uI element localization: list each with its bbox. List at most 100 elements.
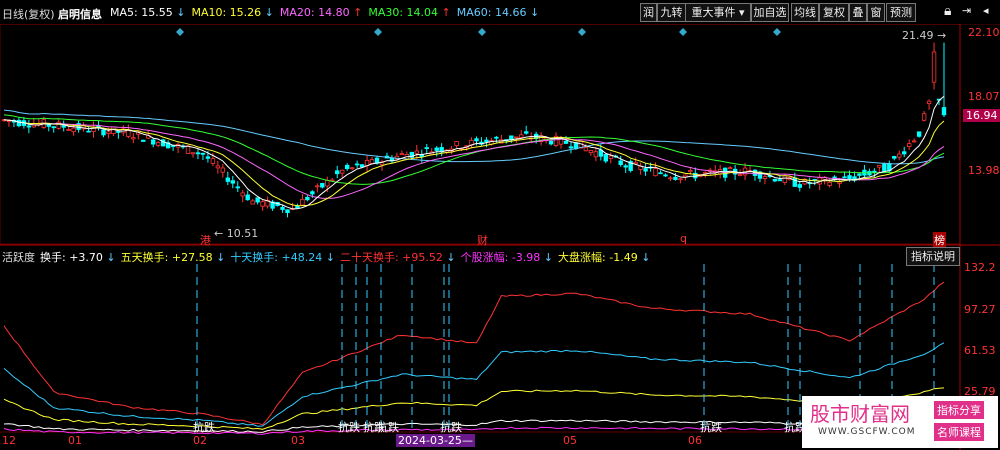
high-price-label: 21.49 → <box>902 29 947 42</box>
candle-body <box>131 137 136 140</box>
indicator-legend-item: 十天换手: +48.24 ↓ <box>230 251 335 264</box>
event-marker[interactable]: q <box>680 232 687 245</box>
ma-value: 15.26 <box>226 6 262 19</box>
candle-body <box>205 156 211 159</box>
event-marker[interactable]: 港 <box>200 232 211 248</box>
arrow-down-icon: ↓ <box>212 251 226 264</box>
ma-label: MA30: <box>368 6 404 19</box>
candle-body <box>280 206 285 210</box>
candle-body <box>593 151 599 158</box>
indicator-legend-item: 大盘涨幅: -1.49 ↓ <box>558 251 650 264</box>
toolbar-button[interactable]: 润 <box>640 3 657 22</box>
signal-label: 抗跌 <box>440 421 462 434</box>
candle-body <box>225 177 231 182</box>
candle-body <box>424 147 429 150</box>
candle-body <box>151 139 156 145</box>
candle-body <box>155 142 161 146</box>
event-diamond-icon <box>679 28 687 36</box>
step-icon[interactable]: ⇥ <box>962 4 971 17</box>
candle-body <box>653 168 658 177</box>
watermark-tag: 指标分享 <box>934 401 984 419</box>
candle-body <box>892 156 897 159</box>
collapse-icon[interactable]: ◂ <box>983 4 989 17</box>
toolbar-button[interactable]: 复权 <box>819 3 849 22</box>
event-marker[interactable]: 财 <box>477 232 488 248</box>
candle-body <box>46 123 51 127</box>
indicator-tick: 132.2 <box>964 261 996 274</box>
indicator-tick: 97.27 <box>964 303 996 316</box>
candle-body <box>588 150 594 153</box>
date-label: 05 <box>563 434 577 447</box>
candle-body <box>673 176 678 180</box>
date-label: 02 <box>193 434 207 447</box>
candle-body <box>16 119 22 127</box>
candle-body <box>454 141 459 146</box>
toolbar-button[interactable]: 叠 <box>849 3 867 22</box>
candle-body <box>190 152 196 155</box>
candle-body <box>643 168 648 172</box>
candle-body <box>315 185 320 188</box>
period-label[interactable]: 日线(复权) <box>2 6 55 22</box>
candle-body <box>762 176 768 179</box>
ma-legend-item: MA10: 15.26 ↓ <box>191 6 273 19</box>
toolbar-button[interactable]: 均线 <box>791 3 819 22</box>
candle-body <box>195 152 201 155</box>
candle-body <box>608 155 613 159</box>
ma-value: 14.04 <box>403 6 439 19</box>
candle-body <box>911 140 917 143</box>
indicator-value: +3.70 <box>65 251 103 264</box>
event-diamond-icon <box>578 28 586 36</box>
toolbar-button[interactable]: 加自选 <box>751 3 789 22</box>
candle-body <box>484 139 489 143</box>
indicator-legend-item: 二十天换手: +95.52 ↓ <box>340 251 456 264</box>
indicator-legend-item: 活跃度 <box>2 251 35 264</box>
signal-label: 抗跌 <box>377 421 399 434</box>
indicator-tick: 61.53 <box>964 344 996 357</box>
candle-body <box>563 140 569 144</box>
candle-body <box>882 162 887 172</box>
ma-value: 15.55 <box>137 6 173 19</box>
candle-body <box>56 121 61 129</box>
candle-body <box>847 175 852 180</box>
candle-body <box>727 167 733 170</box>
candle-body <box>906 143 912 147</box>
candle-body <box>514 136 519 139</box>
indicator-label: 大盘涨幅: <box>558 251 606 264</box>
candle-body <box>916 131 922 137</box>
indicator-explain-button[interactable]: 指标说明 <box>906 247 960 266</box>
toolbar-button[interactable]: 预测 <box>886 3 916 22</box>
candle-body <box>369 159 375 164</box>
candle-body <box>126 129 131 137</box>
candle-body <box>782 175 788 183</box>
ma-value: 14.66 <box>491 6 527 19</box>
candle-body <box>926 100 932 104</box>
candle-body <box>524 131 529 134</box>
candle-body <box>240 192 245 197</box>
toolbar-button[interactable]: 九转 <box>657 3 686 22</box>
candle-body <box>320 182 325 188</box>
candle-body <box>215 165 221 169</box>
candle-body <box>66 129 71 131</box>
ma30-line <box>3 114 945 185</box>
arrow-down-icon: ↓ <box>442 251 456 264</box>
candle-body <box>921 113 927 121</box>
current-price-badge: 16.94 <box>963 109 1000 122</box>
indicator-value: -1.49 <box>605 251 638 264</box>
lock-icon[interactable]: 🔒︎ <box>944 3 951 19</box>
event-marker[interactable]: 榜 <box>933 232 946 248</box>
candle-body <box>101 129 106 136</box>
arrow-down-icon: ↓ <box>261 6 274 19</box>
stock-chart[interactable] <box>0 24 1000 450</box>
indicator-legend-item: 个股涨幅: -3.98 ↓ <box>461 251 553 264</box>
date-label: 03 <box>291 434 305 447</box>
candle-body <box>688 170 693 173</box>
arrow-down-icon: ↓ <box>322 251 335 264</box>
watermark-url: WWW.GSCFW.COM <box>818 427 916 437</box>
date-label: 01 <box>68 434 82 447</box>
candle-body <box>141 139 146 142</box>
candle-body <box>897 153 902 158</box>
toolbar-button[interactable]: 窗 <box>867 3 885 22</box>
toolbar-button[interactable]: 重大事件 ▾ <box>685 3 751 22</box>
candle-body <box>210 158 216 164</box>
candle-body <box>877 164 882 168</box>
